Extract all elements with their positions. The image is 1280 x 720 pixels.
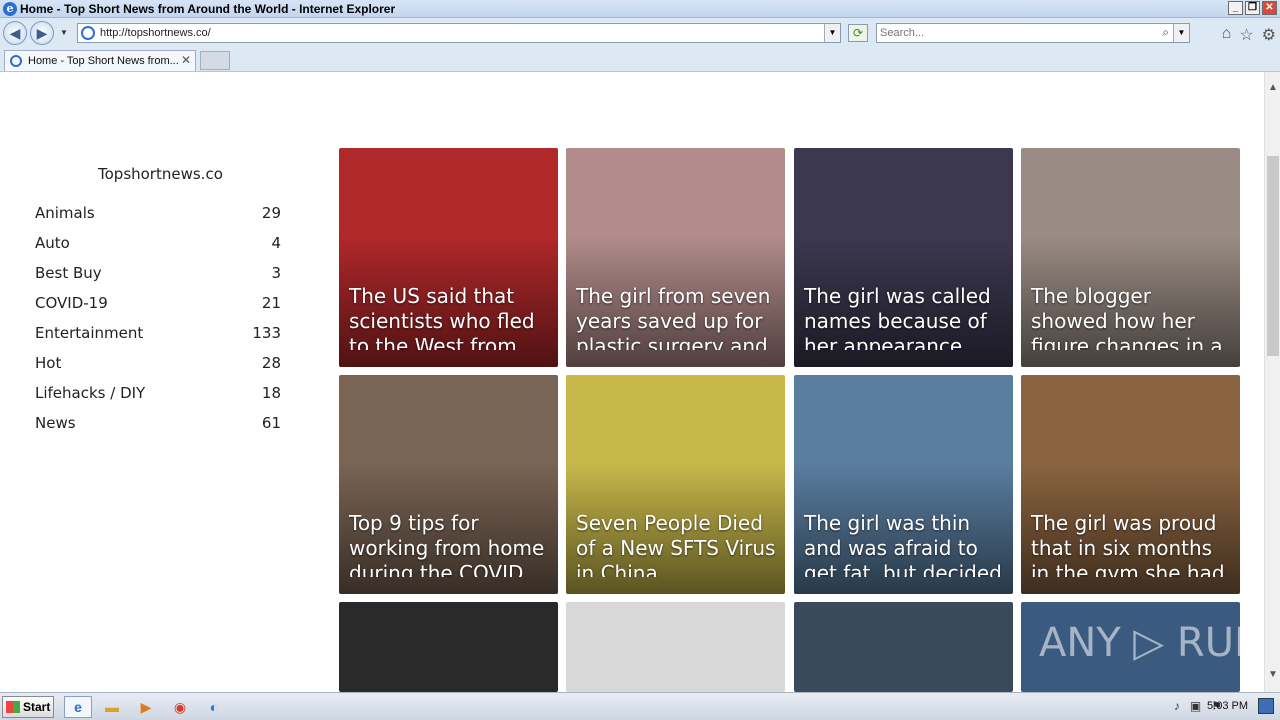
article-title[interactable]: The girl was called names because of her… <box>804 284 1004 350</box>
page-viewport: Topshortnews.co Animals 29 Auto 4 Best Buy… <box>0 72 1264 692</box>
category-name[interactable]: COVID-19 <box>35 294 108 312</box>
tab-home[interactable]: Home - Top Short News from... ✕ <box>4 50 196 71</box>
back-button[interactable]: ◀ <box>3 21 27 45</box>
category-list: Animals 29 Auto 4 Best Buy 3 COVID-19 21 Ent… <box>35 202 281 442</box>
network-icon[interactable]: ▣ <box>1190 699 1201 713</box>
category-count: 28 <box>261 354 281 372</box>
watermark-text: ANY ▷ RUN <box>1039 620 1240 666</box>
category-count: 3 <box>271 264 281 282</box>
gear-icon[interactable]: ⚙ <box>1262 25 1276 45</box>
history-dropdown-icon[interactable]: ▼ <box>60 28 68 37</box>
media-player-icon[interactable]: ▶ <box>132 696 160 718</box>
forward-button[interactable]: ▶ <box>30 21 54 45</box>
tab-page-icon <box>10 55 22 67</box>
article-title[interactable]: The blogger showed how her figure change… <box>1031 284 1231 350</box>
category-hot[interactable]: Hot 28 <box>35 352 281 382</box>
category-name[interactable]: Hot <box>35 354 61 372</box>
start-label[interactable]: Start <box>23 700 50 714</box>
category-entertainment[interactable]: Entertainment 133 <box>35 322 281 352</box>
search-icon[interactable]: ⌕ <box>1162 25 1169 40</box>
start-button[interactable]: Start <box>2 696 54 718</box>
article-title[interactable]: The girl was proud that in six months in… <box>1031 511 1231 577</box>
article-card[interactable]: Seven People Died of a New SFTS Virus in… <box>566 375 785 594</box>
category-name[interactable]: Animals <box>35 204 95 222</box>
chrome-icon[interactable]: ◉ <box>166 696 194 718</box>
page-icon <box>81 26 95 40</box>
address-dropdown-icon[interactable]: ▼ <box>824 24 840 42</box>
scroll-thumb[interactable] <box>1267 156 1279 356</box>
home-icon[interactable]: ⌂ <box>1222 25 1232 45</box>
minimize-button[interactable]: _ <box>1228 1 1243 15</box>
article-card[interactable]: The girl was thin and was afraid to get … <box>794 375 1013 594</box>
windows-flag-icon <box>6 701 20 713</box>
internet-explorer-icon: e <box>3 2 17 16</box>
category-count: 29 <box>261 204 281 222</box>
folder-icon[interactable]: ▬ <box>98 696 126 718</box>
category-name[interactable]: Best Buy <box>35 264 102 282</box>
category-count: 18 <box>261 384 281 402</box>
category-best-buy[interactable]: Best Buy 3 <box>35 262 281 292</box>
new-tab-button[interactable] <box>200 51 230 70</box>
article-title[interactable]: The girl was thin and was afraid to get … <box>804 511 1004 577</box>
search-dropdown-icon[interactable]: ▼ <box>1173 24 1189 42</box>
category-animals[interactable]: Animals 29 <box>35 202 281 232</box>
clock[interactable]: 5:03 PM <box>1207 700 1248 712</box>
category-covid-19[interactable]: COVID-19 21 <box>35 292 281 322</box>
scroll-down-icon[interactable]: ▼ <box>1268 669 1278 680</box>
refresh-button[interactable]: ⟳ <box>848 24 868 42</box>
article-card[interactable]: ANY ▷ RUN <box>1021 602 1240 692</box>
tab-close-icon[interactable]: ✕ <box>181 53 191 67</box>
edge-icon[interactable]: ◐ <box>200 696 228 718</box>
article-card[interactable]: The blogger showed how her figure change… <box>1021 148 1240 367</box>
article-card[interactable] <box>339 602 558 692</box>
category-name[interactable]: News <box>35 414 76 432</box>
close-button[interactable]: ✕ <box>1262 1 1277 15</box>
tab-bar: Home - Top Short News from... ✕ <box>0 48 1280 72</box>
article-title[interactable]: The US said that scientists who fled to … <box>349 284 549 350</box>
site-name[interactable]: Topshortnews.co <box>98 165 223 183</box>
article-card[interactable]: The girl from seven years saved up for p… <box>566 148 785 367</box>
category-name[interactable]: Entertainment <box>35 324 143 342</box>
category-count: 133 <box>252 324 281 342</box>
article-title[interactable]: The girl from seven years saved up for p… <box>576 284 776 350</box>
navigation-bar: ◀ ▶ ▼ http://topshortnews.co/ ▼ ⟳ ⌕ ▼ ⌂ … <box>0 18 1280 48</box>
tab-label[interactable]: Home - Top Short News from... <box>28 55 179 67</box>
category-name[interactable]: Lifehacks / DIY <box>35 384 145 402</box>
category-auto[interactable]: Auto 4 <box>35 232 281 262</box>
window-titlebar: e Home - Top Short News from Around the … <box>0 0 1280 18</box>
article-card[interactable] <box>794 602 1013 692</box>
category-lifehacks-diy[interactable]: Lifehacks / DIY 18 <box>35 382 281 412</box>
taskbar: Start e ▬ ▶ ◉ ◐ ♪ ▣ ⚑ 5:03 PM <box>0 692 1280 720</box>
volume-icon[interactable]: ♪ <box>1174 699 1180 713</box>
article-card[interactable]: The girl was proud that in six months in… <box>1021 375 1240 594</box>
address-bar[interactable]: http://topshortnews.co/ ▼ <box>77 23 841 43</box>
category-news[interactable]: News 61 <box>35 412 281 442</box>
category-name[interactable]: Auto <box>35 234 70 252</box>
article-card[interactable]: The US said that scientists who fled to … <box>339 148 558 367</box>
search-box[interactable]: ⌕ ▼ <box>876 23 1190 43</box>
article-title[interactable]: Seven People Died of a New SFTS Virus in… <box>576 511 776 577</box>
show-desktop-button[interactable] <box>1258 698 1274 714</box>
category-count: 21 <box>261 294 281 312</box>
scroll-up-icon[interactable]: ▲ <box>1268 82 1278 93</box>
favorites-star-icon[interactable]: ☆ <box>1239 25 1253 45</box>
window-title: Home - Top Short News from Around the Wo… <box>20 2 396 16</box>
search-input[interactable] <box>880 26 1150 40</box>
article-title[interactable]: Top 9 tips for working from home during … <box>349 511 549 577</box>
article-card[interactable]: Top 9 tips for working from home during … <box>339 375 558 594</box>
restore-button[interactable]: ❐ <box>1245 1 1260 15</box>
address-url[interactable]: http://topshortnews.co/ <box>100 27 211 39</box>
article-card[interactable]: The girl was called names because of her… <box>794 148 1013 367</box>
page-scrollbar[interactable]: ▲ ▼ <box>1264 72 1280 692</box>
category-count: 4 <box>271 234 281 252</box>
article-card[interactable] <box>566 602 785 692</box>
category-count: 61 <box>261 414 281 432</box>
internet-explorer-taskbar-icon[interactable]: e <box>64 696 92 718</box>
